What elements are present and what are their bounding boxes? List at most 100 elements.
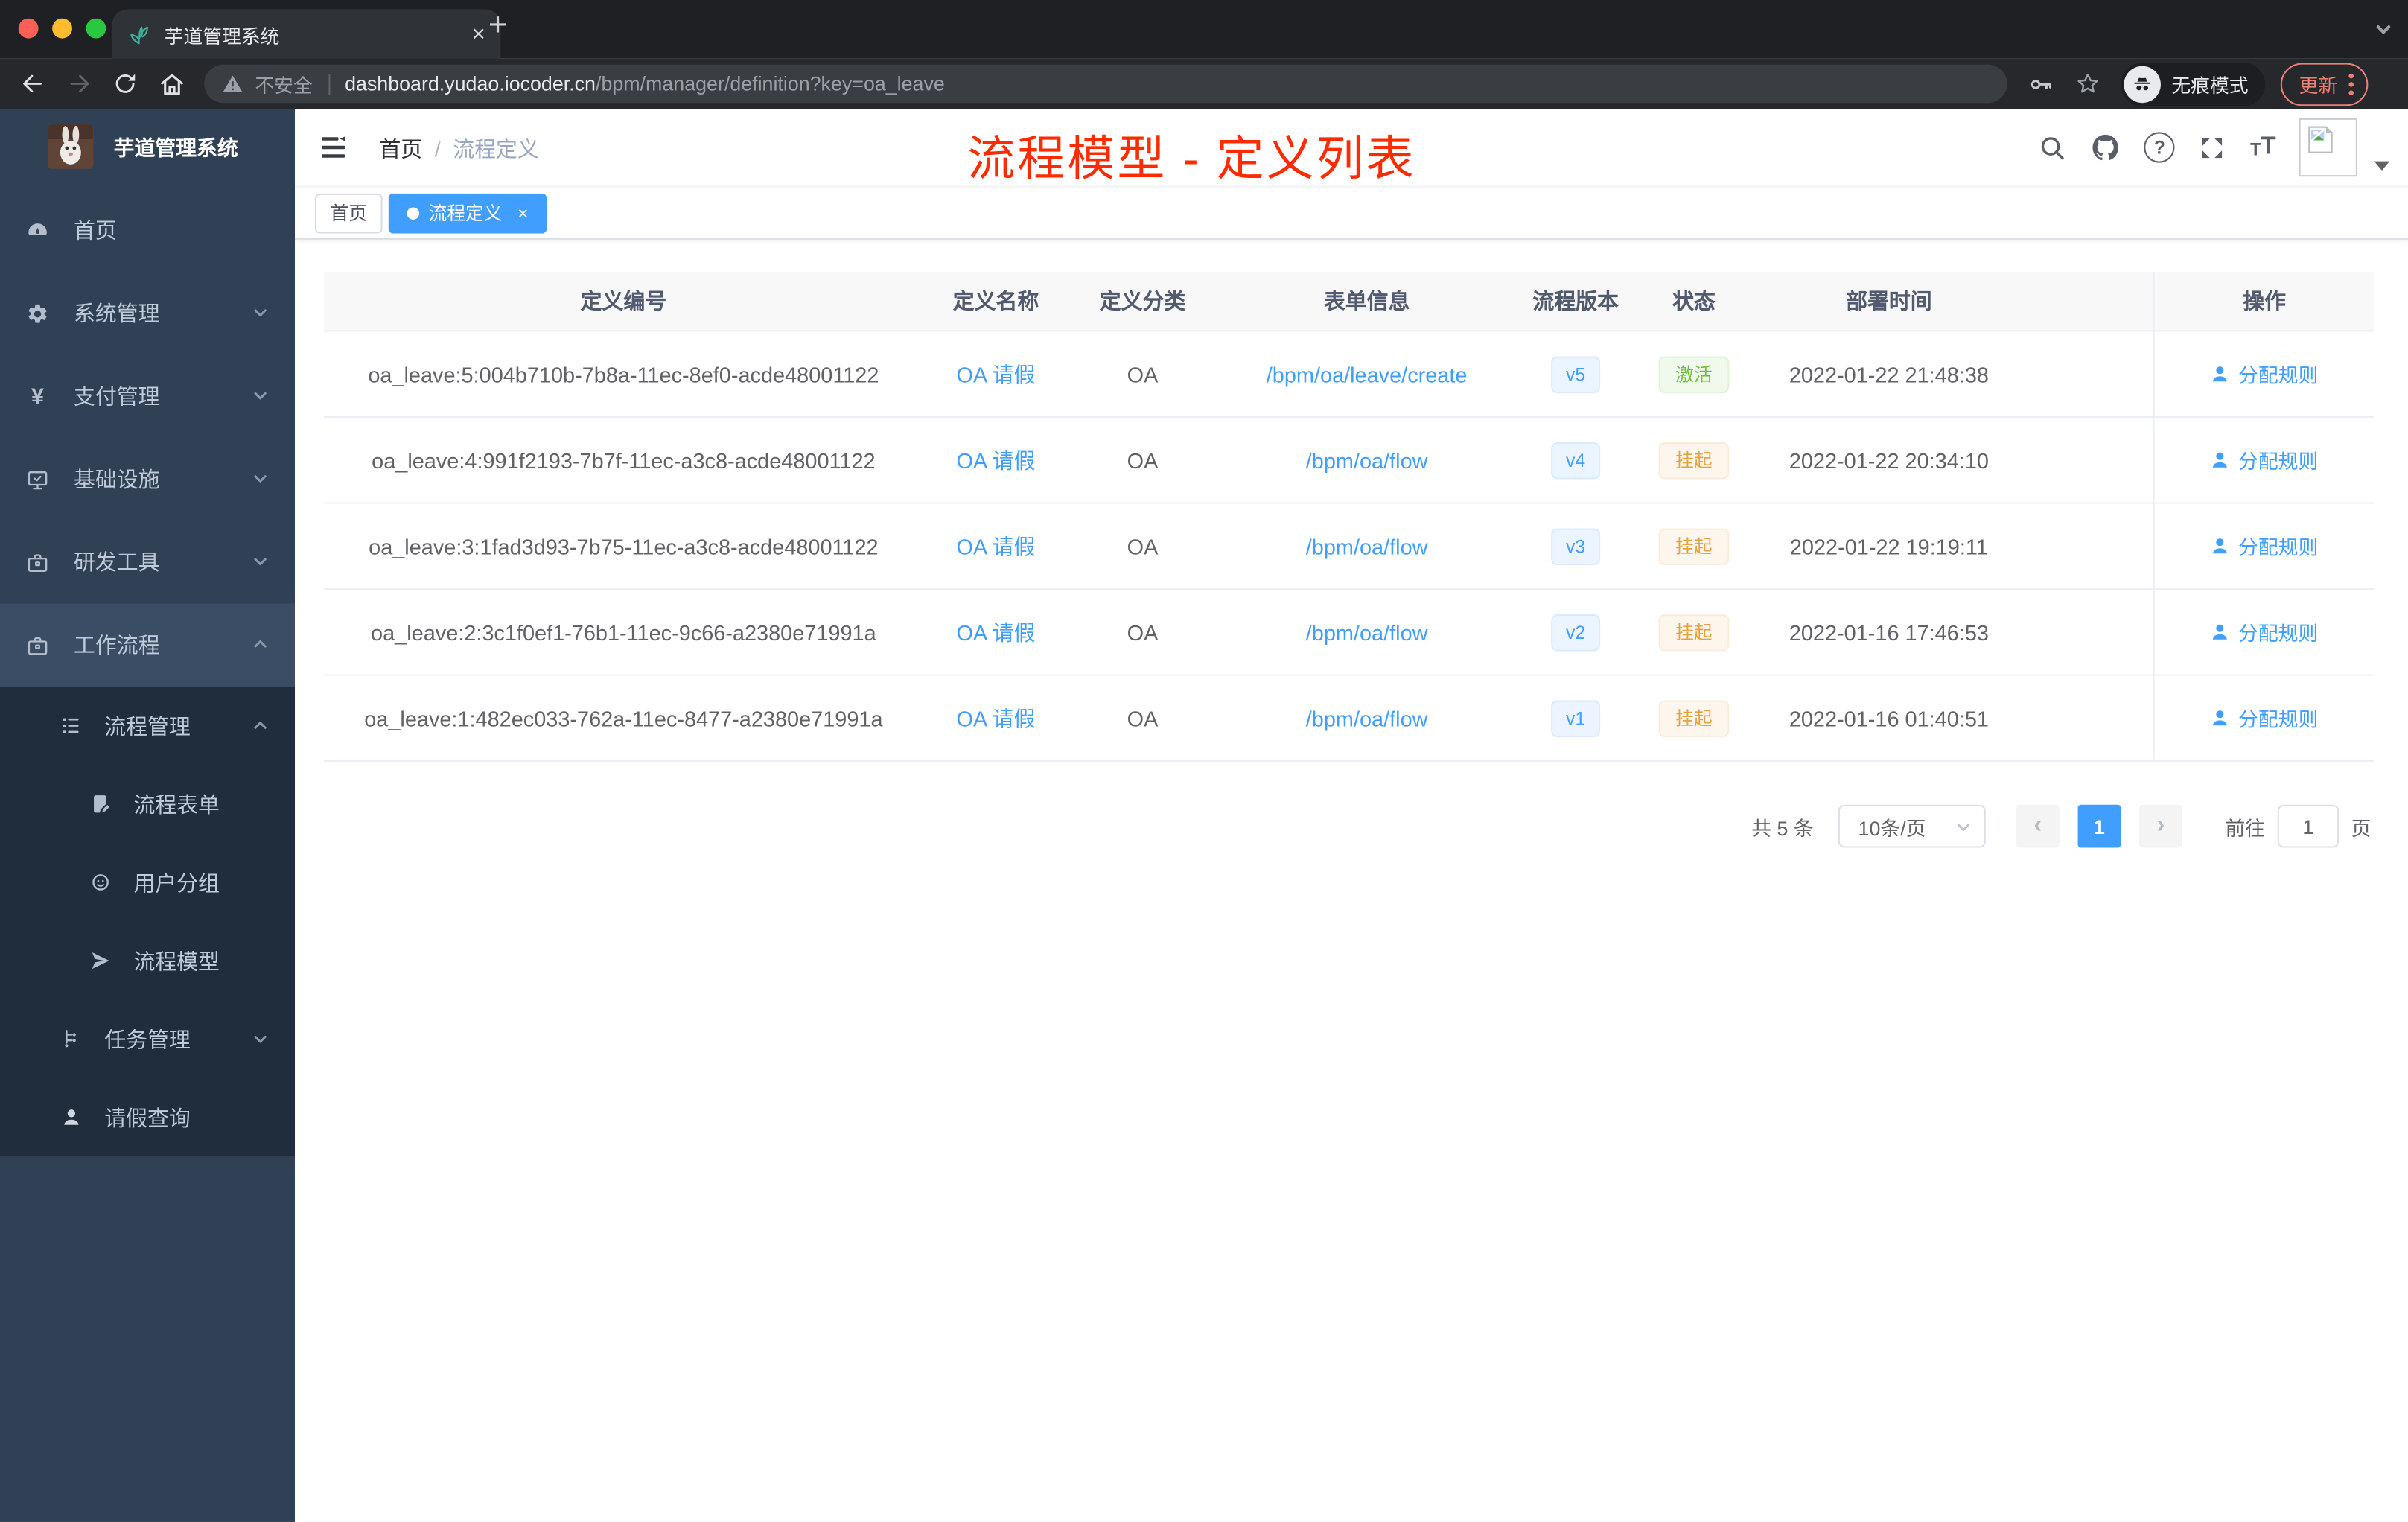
user-icon bbox=[2213, 538, 2228, 554]
sidebar-logo[interactable]: 芋道管理系统 bbox=[0, 109, 295, 182]
assign-rule-link[interactable]: 分配规则 bbox=[2211, 617, 2318, 646]
monitor-icon bbox=[26, 468, 49, 491]
forward-icon[interactable] bbox=[66, 71, 92, 97]
tag-process-definition[interactable]: 流程定义 × bbox=[388, 192, 547, 233]
sidebar-item-infrastructure[interactable]: 基础设施 bbox=[0, 438, 295, 520]
assign-rule-link[interactable]: 分配规则 bbox=[2211, 704, 2318, 733]
form-link[interactable]: /bpm/oa/flow bbox=[1306, 448, 1428, 472]
sidebar-item-dev-tools[interactable]: 研发工具 bbox=[0, 520, 295, 603]
list-icon bbox=[60, 714, 83, 737]
definition-name-link[interactable]: OA 请假 bbox=[957, 531, 1036, 561]
back-icon[interactable] bbox=[20, 71, 46, 97]
tab-search-caret-icon[interactable] bbox=[2374, 20, 2393, 39]
deploy-time: 2022-01-16 17:46:53 bbox=[1789, 620, 1989, 645]
avatar-caret-icon[interactable] bbox=[2374, 161, 2390, 171]
search-icon[interactable] bbox=[2038, 133, 2067, 162]
sidebar-item-home[interactable]: 首页 bbox=[0, 189, 295, 272]
sidebar-item-label: 研发工具 bbox=[74, 550, 160, 575]
page-number-button[interactable]: 1 bbox=[2077, 804, 2121, 848]
minimize-window-button[interactable] bbox=[52, 18, 72, 39]
sidebar-item-user-group[interactable]: 用户分组 bbox=[0, 843, 295, 921]
definition-id: oa_leave:2:3c1f0ef1-76b1-11ec-9c66-a2380… bbox=[371, 620, 876, 645]
table-row: oa_leave:3:1fad3d93-7b75-11ec-a3c8-acde4… bbox=[324, 503, 2374, 590]
sidebar-item-process-model[interactable]: 流程模型 bbox=[0, 922, 295, 1000]
sidebar-item-process-management[interactable]: 流程管理 bbox=[0, 687, 295, 765]
form-link[interactable]: /bpm/oa/flow bbox=[1306, 534, 1428, 558]
sidebar-item-leave-query[interactable]: 请假查询 bbox=[0, 1078, 295, 1156]
definition-name-link[interactable]: OA 请假 bbox=[957, 359, 1036, 389]
update-label: 更新 bbox=[2299, 75, 2338, 97]
breadcrumb: 首页 / 流程定义 bbox=[379, 133, 538, 164]
zoom-window-button[interactable] bbox=[86, 18, 106, 39]
dashboard-icon bbox=[26, 219, 49, 242]
incognito-icon bbox=[2124, 65, 2161, 103]
status-badge: 激活 bbox=[1658, 355, 1730, 392]
browser-toolbar: 不安全 dashboard.yudao.iocoder.cn/bpm/manag… bbox=[0, 58, 2408, 111]
close-window-button[interactable] bbox=[18, 18, 39, 39]
sidebar-item-system[interactable]: 系统管理 bbox=[0, 272, 295, 354]
incognito-badge: 无痕模式 bbox=[2121, 62, 2266, 106]
help-icon[interactable]: ? bbox=[2144, 132, 2175, 163]
breadcrumb-home[interactable]: 首页 bbox=[379, 133, 422, 164]
fullscreen-icon[interactable] bbox=[2198, 133, 2227, 162]
font-size-icon[interactable]: TT bbox=[2250, 134, 2276, 160]
not-secure-label: 不安全 bbox=[255, 75, 313, 97]
assign-rule-link[interactable]: 分配规则 bbox=[2211, 360, 2318, 389]
sidebar-item-task-management[interactable]: 任务管理 bbox=[0, 1000, 295, 1078]
goto-label: 前往 bbox=[2225, 816, 2266, 840]
column-header: 流程版本 bbox=[1532, 288, 1619, 313]
tag-close-icon[interactable]: × bbox=[517, 202, 528, 223]
chrome-update-button[interactable]: 更新 bbox=[2280, 62, 2369, 106]
home-icon[interactable] bbox=[158, 70, 185, 98]
user-icon bbox=[2213, 624, 2228, 640]
deploy-time: 2022-01-22 19:19:11 bbox=[1789, 533, 1988, 558]
assign-rule-link[interactable]: 分配规则 bbox=[2211, 532, 2318, 561]
bookmark-star-icon[interactable] bbox=[2074, 71, 2100, 97]
tab-close-icon[interactable]: × bbox=[472, 22, 485, 45]
status-badge: 挂起 bbox=[1658, 613, 1730, 651]
prev-page-button[interactable]: ‹ bbox=[2016, 804, 2060, 848]
pagination-total: 共 5 条 bbox=[1751, 816, 1814, 840]
sidebar-item-workflow[interactable]: 工作流程 bbox=[0, 603, 295, 687]
avatar[interactable] bbox=[2299, 118, 2357, 177]
browser-menu-dots-icon[interactable] bbox=[2348, 71, 2354, 96]
version-badge: v1 bbox=[1550, 699, 1601, 736]
sidebar-item-label: 流程表单 bbox=[133, 792, 220, 817]
form-link[interactable]: /bpm/oa/flow bbox=[1306, 620, 1428, 644]
sidebar-item-process-form[interactable]: 流程表单 bbox=[0, 765, 295, 843]
goto-page-input[interactable]: 1 bbox=[2277, 804, 2339, 848]
app-navbar: 首页 / 流程定义 流程模型 - 定义列表 ? T T bbox=[295, 109, 2408, 186]
chevron-down-icon bbox=[252, 553, 269, 570]
sidebar-item-payment[interactable]: ¥ 支付管理 bbox=[0, 354, 295, 437]
page-size-select[interactable]: 10条/页 bbox=[1838, 804, 1986, 848]
definition-name-link[interactable]: OA 请假 bbox=[957, 617, 1036, 647]
form-link[interactable]: /bpm/oa/flow bbox=[1306, 706, 1428, 730]
table-header-row: 定义编号 定义名称 定义分类 表单信息 流程版本 状态 部署时间 操作 bbox=[324, 272, 2374, 332]
assign-rule-link[interactable]: 分配规则 bbox=[2211, 445, 2318, 474]
address-bar[interactable]: 不安全 dashboard.yudao.iocoder.cn/bpm/manag… bbox=[204, 64, 2007, 104]
sidebar-item-label: 首页 bbox=[74, 217, 117, 243]
incognito-label: 无痕模式 bbox=[2171, 75, 2249, 97]
definition-name-link[interactable]: OA 请假 bbox=[957, 445, 1036, 475]
browser-window: 芋道管理系统 × + 不安全 dashboard.yudao.iocoder.c… bbox=[0, 0, 2408, 1522]
browser-tab[interactable]: 芋道管理系统 × bbox=[112, 9, 501, 59]
tag-home[interactable]: 首页 bbox=[314, 192, 383, 233]
next-page-button[interactable]: › bbox=[2138, 804, 2182, 848]
sidebar-collapse-icon[interactable] bbox=[318, 132, 348, 162]
password-key-icon[interactable] bbox=[2028, 70, 2055, 98]
sidebar-item-label: 任务管理 bbox=[104, 1026, 191, 1051]
new-tab-button[interactable]: + bbox=[488, 7, 507, 45]
reload-icon[interactable] bbox=[112, 71, 138, 97]
definition-name-link[interactable]: OA 请假 bbox=[957, 703, 1036, 733]
deploy-time: 2022-01-22 20:34:10 bbox=[1789, 448, 1989, 473]
url-text: dashboard.yudao.iocoder.cn/bpm/manager/d… bbox=[345, 72, 945, 95]
definition-category: OA bbox=[1127, 361, 1159, 386]
table-row: oa_leave:2:3c1f0ef1-76b1-11ec-9c66-a2380… bbox=[324, 590, 2374, 676]
github-icon[interactable] bbox=[2090, 132, 2121, 162]
definition-id: oa_leave:1:482ec033-762a-11ec-8477-a2380… bbox=[364, 705, 883, 730]
user-icon bbox=[2213, 452, 2228, 468]
form-icon bbox=[89, 792, 112, 815]
paper-plane-icon bbox=[89, 949, 112, 972]
sidebar-item-label: 支付管理 bbox=[74, 383, 160, 409]
form-link[interactable]: /bpm/oa/leave/create bbox=[1267, 362, 1468, 386]
